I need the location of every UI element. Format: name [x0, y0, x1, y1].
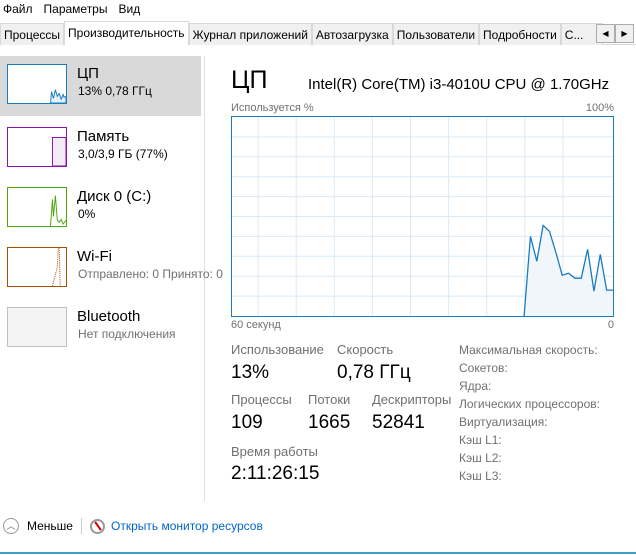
graph-xlabel-right: 0 — [607, 319, 614, 331]
disk-thumbnail — [7, 187, 67, 227]
chevron-up-icon[interactable]: ︿ — [3, 518, 19, 534]
usage-area — [524, 225, 613, 316]
graph-xlabel-left: 60 секунд — [231, 319, 281, 331]
tab-scroll-right-icon[interactable]: ▶ — [615, 24, 634, 43]
tab-details[interactable]: Подробности — [479, 23, 561, 45]
usage-value: 13% — [231, 362, 270, 383]
sidebar-item-memory[interactable]: Память 3,0/3,9 ГБ (77%) — [0, 119, 201, 179]
resource-monitor-icon — [89, 518, 105, 534]
sidebar-item-sub: Отправлено: 0 Принято: 0 — [78, 267, 223, 281]
cpu-thumbnail — [7, 64, 67, 104]
sidebar-item-name: Bluetooth — [77, 308, 141, 325]
sidebar-item-sub: 13% 0,78 ГГц — [78, 84, 152, 98]
tab-bar: Процессы Производительность Журнал прило… — [0, 21, 636, 45]
cpu-model: Intel(R) Core(TM) i3-4010U CPU @ 1.70GHz — [308, 76, 610, 93]
memory-thumbnail — [7, 127, 67, 167]
sidebar-item-sub: 0% — [78, 207, 96, 221]
info-l3: Кэш L3: — [459, 469, 502, 483]
info-l1: Кэш L1: — [459, 433, 502, 447]
sidebar-item-sub: 3,0/3,9 ГБ (77%) — [78, 147, 168, 161]
sidebar-item-name: Диск 0 (C:) — [77, 188, 152, 205]
handles-value: 52841 — [372, 412, 425, 433]
wifi-thumbnail — [7, 247, 67, 287]
cpu-graph — [231, 116, 614, 317]
sidebar-item-name: Wi-Fi — [77, 248, 112, 265]
divider — [80, 518, 82, 534]
tab-processes[interactable]: Процессы — [0, 23, 65, 45]
bluetooth-thumbnail — [7, 307, 67, 347]
handles-label: Дескрипторы — [372, 392, 452, 407]
processes-label: Процессы — [231, 392, 292, 407]
info-cores: Ядра: — [459, 379, 492, 393]
tab-scroll-left-icon[interactable]: ◀ — [596, 24, 615, 43]
sidebar-item-bluetooth[interactable]: Bluetooth Нет подключения — [0, 299, 201, 359]
speed-value: 0,78 ГГц — [337, 362, 411, 383]
bottom-border — [0, 552, 636, 554]
info-virtualization: Виртуализация: — [459, 415, 548, 429]
graph-ymax: 100% — [585, 102, 614, 114]
tab-app-history[interactable]: Журнал приложений — [188, 23, 312, 45]
sidebar-item-wifi[interactable]: Wi-Fi Отправлено: 0 Принято: 0 — [0, 239, 223, 299]
sidebar-item-name: ЦП — [77, 65, 99, 82]
info-sockets: Сокетов: — [459, 361, 508, 375]
sidebar-item-cpu[interactable]: ЦП 13% 0,78 ГГц — [0, 56, 201, 116]
sidebar-item-sub: Нет подключения — [78, 327, 176, 341]
sidebar-item-name: Память — [77, 128, 130, 145]
info-logical: Логических процессоров: — [459, 397, 600, 411]
usage-label: Использование — [231, 342, 324, 357]
info-max-speed: Максимальная скорость: — [459, 343, 598, 357]
open-resource-monitor-link[interactable]: Открыть монитор ресурсов — [111, 519, 263, 533]
threads-value: 1665 — [308, 412, 351, 433]
uptime-label: Время работы — [231, 444, 318, 459]
menu-file[interactable]: Файл — [0, 0, 39, 20]
resource-list: ЦП 13% 0,78 ГГц Память 3,0/3,9 ГБ (77%) … — [0, 56, 223, 501]
fewer-details-button[interactable]: Меньше — [27, 519, 73, 533]
tab-performance[interactable]: Производительность — [64, 21, 189, 45]
info-l2: Кэш L2: — [459, 451, 502, 465]
threads-label: Потоки — [308, 392, 351, 407]
menu-options[interactable]: Параметры — [41, 0, 114, 20]
footer: ︿ Меньше Открыть монитор ресурсов — [0, 518, 263, 534]
menu-view[interactable]: Вид — [115, 0, 146, 20]
menu-bar: Файл Параметры Вид — [0, 0, 148, 20]
tab-scroll: ◀ ▶ — [596, 24, 634, 43]
tab-startup[interactable]: Автозагрузка — [311, 23, 393, 45]
uptime-value: 2:11:26:15 — [231, 463, 320, 484]
speed-label: Скорость — [337, 342, 394, 357]
graph-ylabel: Используется % — [231, 102, 314, 114]
processes-value: 109 — [231, 412, 263, 433]
tab-users[interactable]: Пользователи — [392, 23, 480, 45]
sidebar-item-disk[interactable]: Диск 0 (C:) 0% — [0, 179, 201, 239]
page-title: ЦП — [231, 66, 268, 94]
